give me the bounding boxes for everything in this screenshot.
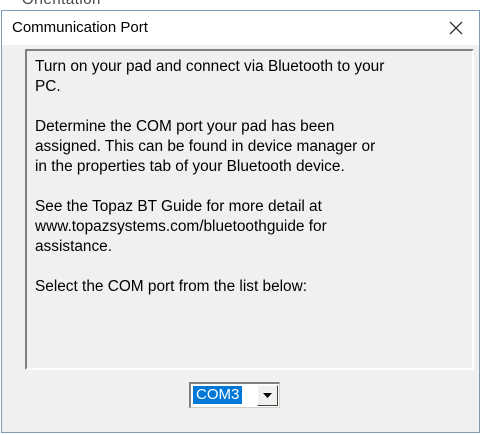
close-icon (449, 21, 463, 35)
instruction-paragraph: See the Topaz BT Guide for more detail a… (35, 198, 327, 255)
background-window-partial-title: Orientation (22, 0, 101, 8)
instruction-paragraph: Determine the COM port your pad has been… (35, 118, 376, 175)
title-bar: Communication Port (2, 11, 479, 45)
dialog-title: Communication Port (12, 19, 148, 36)
com-port-selected-value[interactable]: COM3 (193, 386, 243, 404)
close-button[interactable] (433, 11, 479, 45)
instruction-paragraph: Select the COM port from the list below: (35, 278, 308, 295)
instructions-textbox: Turn on your pad and connect via Bluetoo… (25, 49, 474, 370)
instruction-paragraph: Turn on your pad and connect via Bluetoo… (35, 58, 385, 95)
dropdown-arrow-button[interactable] (257, 385, 278, 406)
chevron-down-icon (263, 393, 272, 398)
com-port-dropdown[interactable]: COM3 (189, 382, 280, 408)
